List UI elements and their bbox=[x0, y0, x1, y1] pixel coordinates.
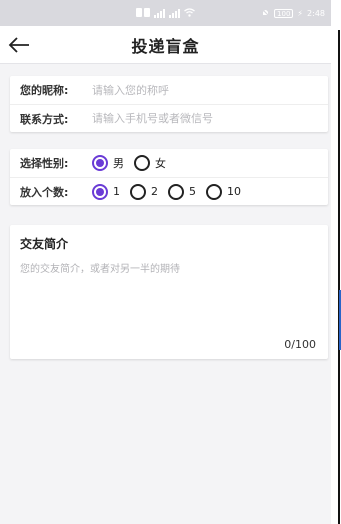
nickname-row: 您的昵称: bbox=[10, 76, 328, 104]
arrow-left-icon bbox=[8, 37, 29, 53]
contact-row: 联系方式: bbox=[10, 104, 328, 132]
gender-label: 选择性别: bbox=[20, 157, 69, 170]
intro-textarea[interactable] bbox=[10, 252, 328, 322]
radio-unchecked-icon bbox=[168, 183, 184, 200]
page-title: 投递盲盒 bbox=[131, 36, 200, 56]
dual-sim-icon bbox=[136, 7, 150, 19]
radio-unchecked-icon bbox=[134, 155, 150, 171]
background-strip bbox=[331, 0, 341, 524]
count-row: 放入个数: 1 2 5 10 bbox=[10, 177, 328, 205]
radio-unchecked-icon bbox=[130, 183, 146, 200]
radio-checked-icon bbox=[92, 183, 108, 200]
app-header: 投递盲盒 bbox=[0, 26, 331, 64]
status-bar: 100 ⚡ 2:48 bbox=[0, 0, 331, 26]
count-option-2[interactable]: 2 bbox=[130, 183, 158, 200]
count-option-label: 5 bbox=[189, 185, 196, 198]
charging-icon: ⚡ bbox=[297, 9, 304, 18]
screen: 100 ⚡ 2:48 投递盲盒 您的昵称: 联系方式: 选择性别: bbox=[0, 0, 331, 524]
contact-label: 联系方式: bbox=[20, 112, 69, 126]
count-option-label: 2 bbox=[151, 185, 158, 198]
status-right: 100 ⚡ 2:48 bbox=[261, 8, 325, 19]
signal-2-icon bbox=[169, 8, 180, 18]
divider bbox=[338, 30, 340, 524]
back-button[interactable] bbox=[6, 32, 32, 58]
count-radio-group: 1 2 5 10 bbox=[92, 183, 241, 200]
intro-title: 交友简介 bbox=[20, 237, 69, 251]
count-option-10[interactable]: 10 bbox=[206, 183, 241, 200]
count-label: 放入个数: bbox=[20, 185, 69, 199]
count-option-5[interactable]: 5 bbox=[168, 183, 196, 200]
status-time: 2:48 bbox=[307, 9, 325, 18]
radio-checked-icon bbox=[92, 155, 108, 171]
wifi-icon bbox=[184, 7, 195, 19]
status-icons bbox=[136, 7, 195, 19]
gender-option-male[interactable]: 男 bbox=[92, 155, 124, 171]
signal-icon bbox=[154, 8, 165, 18]
gender-option-label: 女 bbox=[155, 157, 166, 170]
count-option-label: 1 bbox=[113, 185, 120, 198]
nickname-input[interactable] bbox=[92, 83, 318, 97]
nickname-label: 您的昵称: bbox=[20, 84, 69, 97]
count-option-1[interactable]: 1 bbox=[92, 183, 120, 200]
gender-option-female[interactable]: 女 bbox=[134, 155, 166, 171]
char-counter: 0/100 bbox=[284, 338, 316, 351]
battery-icon: 100 bbox=[274, 9, 294, 18]
options-card: 选择性别: 男 女 放入个数: 1 2 5 10 bbox=[10, 149, 328, 205]
count-option-label: 10 bbox=[227, 185, 241, 198]
gender-option-label: 男 bbox=[113, 157, 124, 170]
contact-card: 您的昵称: 联系方式: bbox=[10, 76, 328, 132]
mute-icon bbox=[261, 8, 270, 19]
radio-unchecked-icon bbox=[206, 183, 222, 200]
gender-row: 选择性别: 男 女 bbox=[10, 149, 328, 177]
intro-card: 交友简介 0/100 bbox=[10, 225, 328, 359]
gender-radio-group: 男 女 bbox=[92, 155, 166, 171]
contact-input[interactable] bbox=[92, 112, 318, 125]
